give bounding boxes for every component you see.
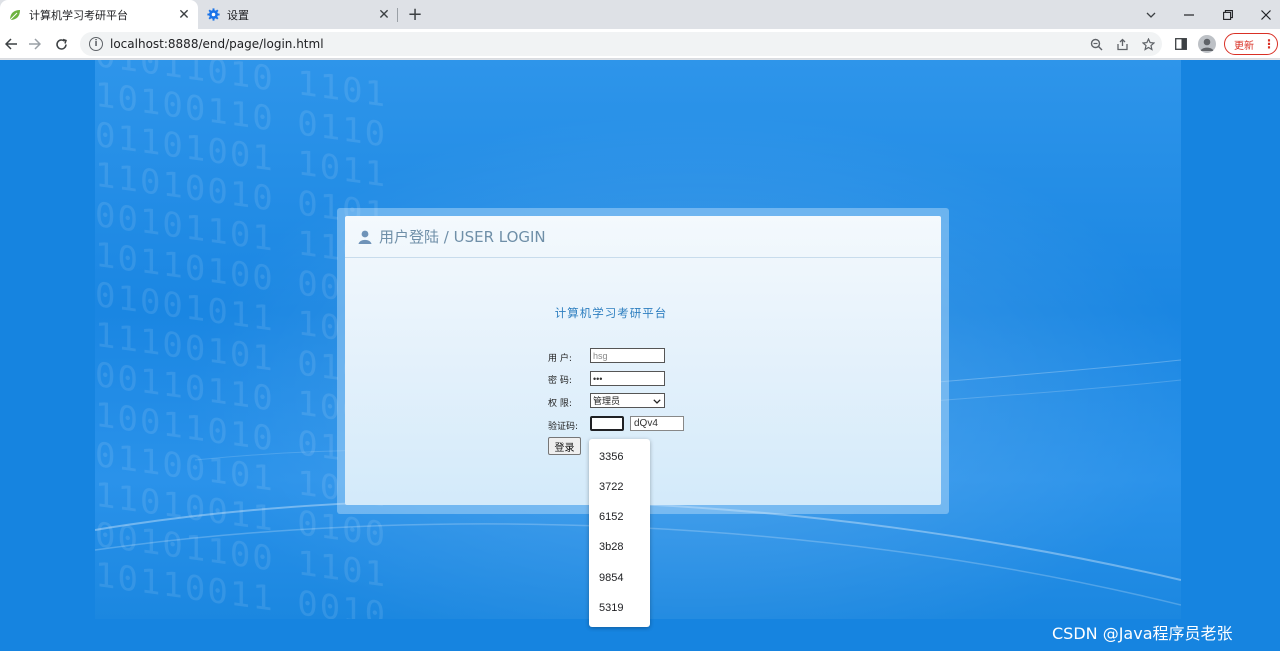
list-item[interactable]: 6152 [599, 511, 623, 523]
address-bar[interactable]: i localhost:8888/end/page/login.html [80, 32, 1162, 56]
username-input[interactable]: hsg [590, 348, 665, 363]
login-title: 用户登陆 / USER LOGIN [379, 228, 546, 246]
login-header: 用户登陆 / USER LOGIN [345, 216, 941, 258]
url-text: localhost:8888/end/page/login.html [110, 37, 324, 51]
avatar[interactable] [1198, 35, 1216, 53]
username-label: 用 户: [548, 354, 572, 364]
role-select[interactable]: 管理员 [590, 393, 665, 408]
gear-icon [206, 8, 220, 22]
plus-icon[interactable]: + [405, 4, 425, 25]
captcha-input[interactable] [590, 416, 624, 431]
tab-separator [397, 8, 398, 22]
page-viewport: 01011010 1101 10100110 0110 01101001 1011 … [0, 60, 1280, 651]
minimize-icon[interactable] [1170, 0, 1208, 29]
password-label: 密 码: [548, 376, 572, 386]
tab-bar: 计算机学习考研平台 ✕ 设置 ✕ + [0, 0, 1280, 29]
tab-login[interactable]: 计算机学习考研平台 ✕ [0, 0, 198, 29]
watermark: CSDN @Java程序员老张 [1052, 624, 1233, 643]
forward-icon[interactable] [23, 33, 45, 55]
info-icon[interactable]: i [89, 37, 103, 51]
chevron-down-icon [653, 396, 661, 406]
update-button[interactable]: 更新 ⋮ [1224, 33, 1278, 55]
login-button[interactable]: 登录 [548, 437, 581, 455]
platform-title: 计算机学习考研平台 [554, 306, 668, 320]
browser-toolbar: i localhost:8888/end/page/login.html 更新 … [0, 29, 1280, 59]
tab-settings[interactable]: 设置 ✕ [198, 0, 398, 29]
captcha-code[interactable]: dQv4 [630, 416, 684, 431]
star-icon[interactable] [1137, 33, 1159, 55]
zoom-icon[interactable] [1085, 33, 1107, 55]
role-label: 权 限: [548, 399, 572, 409]
list-item[interactable]: 3b28 [599, 541, 623, 553]
close-window-icon[interactable] [1247, 0, 1280, 29]
password-input[interactable]: ••• [590, 371, 665, 386]
tab-title: 计算机学习考研平台 [29, 8, 128, 22]
reload-icon[interactable] [50, 33, 72, 55]
back-icon[interactable] [0, 33, 22, 55]
role-selected-value: 管理员 [593, 396, 621, 406]
user-icon [357, 229, 373, 245]
list-item[interactable]: 5319 [599, 602, 623, 614]
restore-icon[interactable] [1209, 0, 1247, 29]
chevron-down-icon[interactable] [1132, 0, 1170, 29]
side-panel-icon[interactable] [1170, 33, 1192, 55]
close-icon[interactable]: ✕ [176, 7, 192, 23]
list-item[interactable]: 3722 [599, 481, 623, 493]
autocomplete-dropdown: 3356 3722 6152 3b28 9854 5319 [589, 439, 650, 627]
more-icon: ⋮ [1263, 37, 1275, 51]
captcha-label: 验证码: [548, 422, 579, 432]
list-item[interactable]: 9854 [599, 572, 623, 584]
update-label: 更新 [1234, 40, 1254, 52]
tab-title: 设置 [227, 8, 249, 22]
list-item[interactable]: 3356 [599, 451, 623, 463]
leaf-icon [8, 8, 22, 22]
share-icon[interactable] [1111, 33, 1133, 55]
close-icon[interactable]: ✕ [376, 7, 392, 23]
